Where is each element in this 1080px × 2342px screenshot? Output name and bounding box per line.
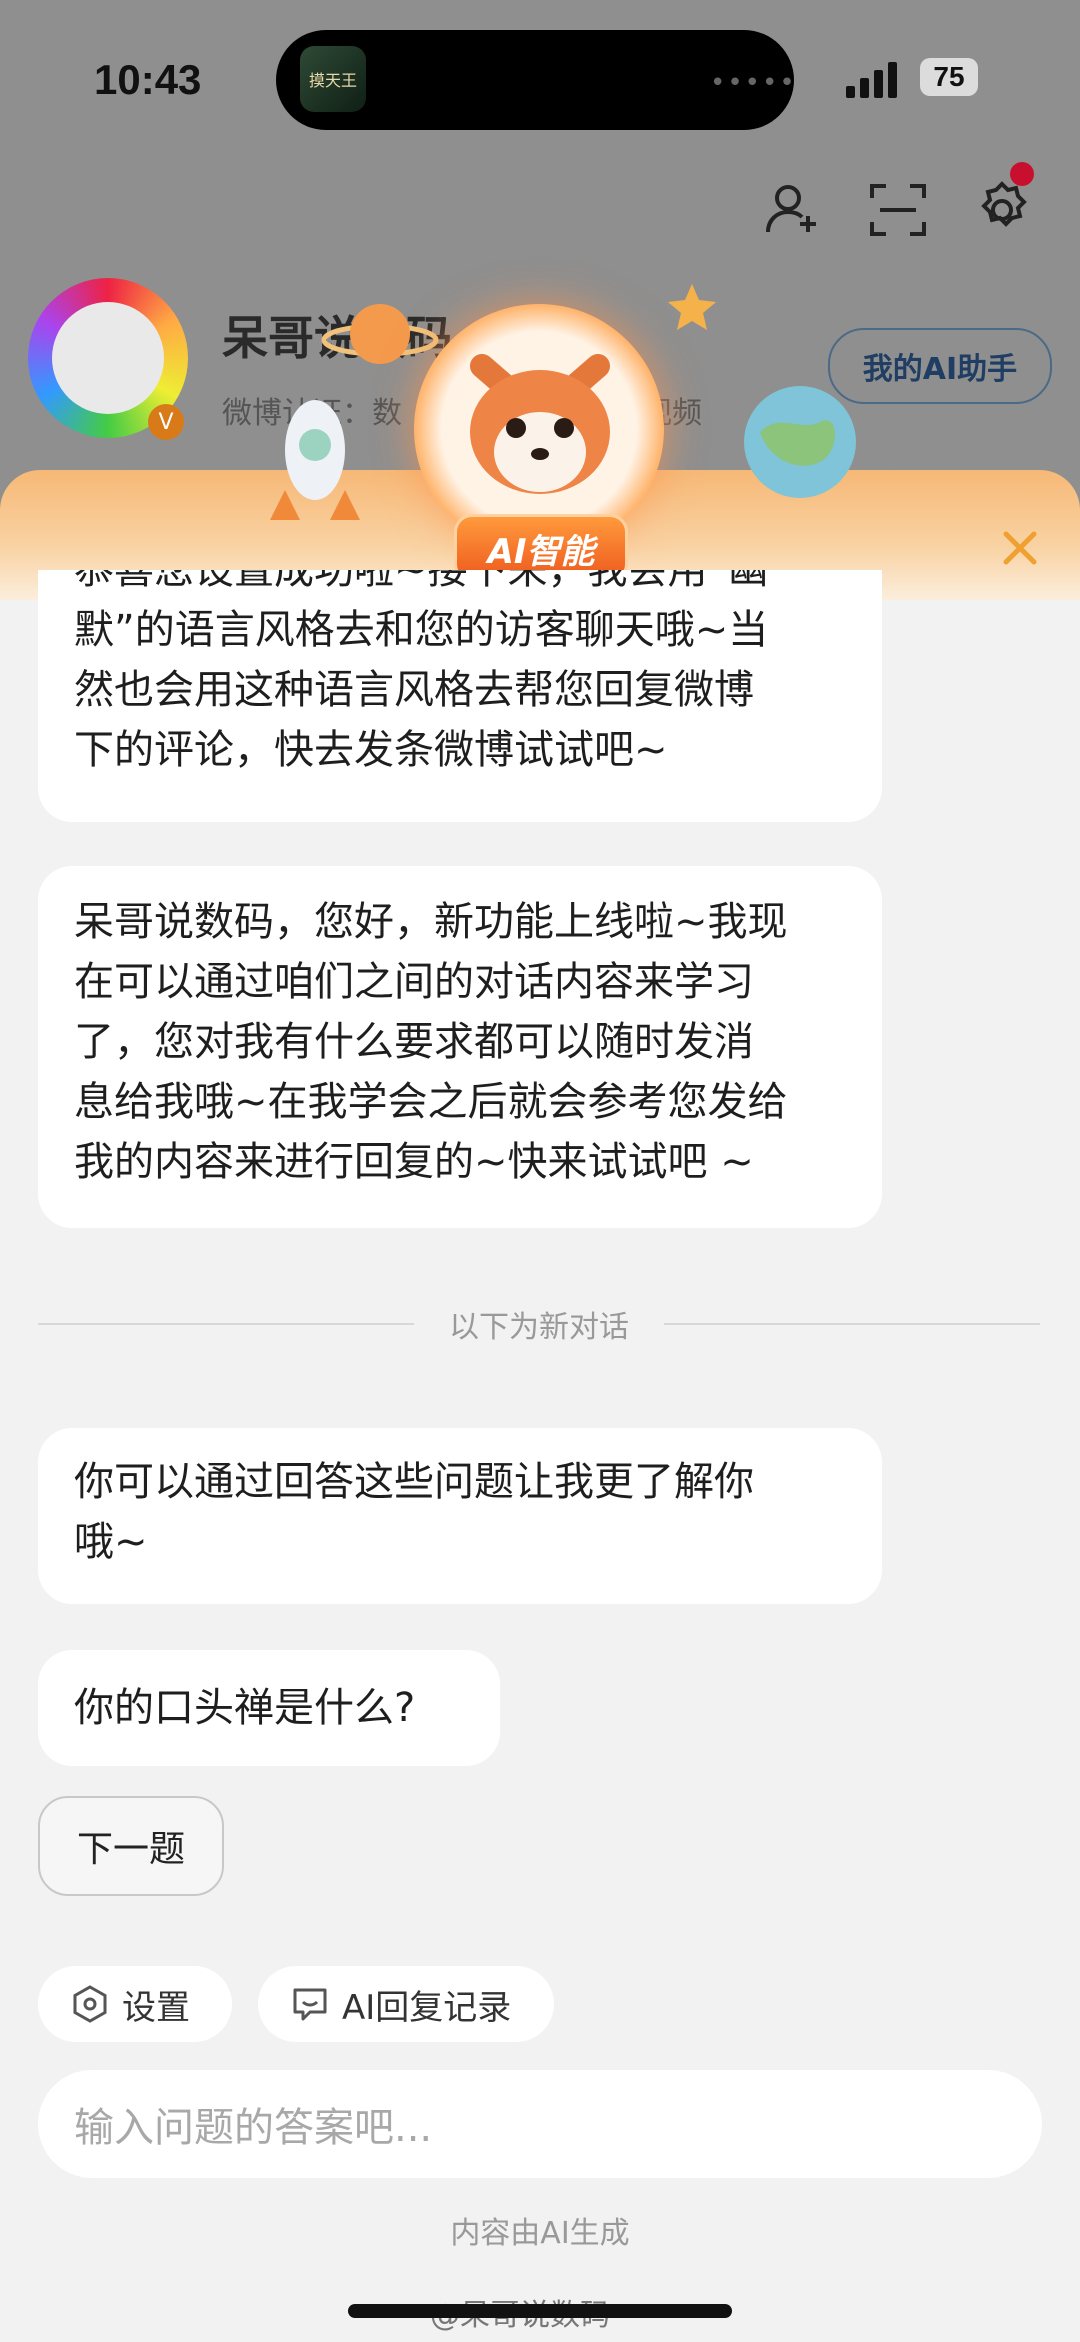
- settings-chip-label: 设置: [122, 1987, 190, 2028]
- island-activity-dots: •••••: [710, 68, 797, 98]
- verified-badge-icon: V: [148, 404, 184, 440]
- chat-text-line: 然也会用这种语言风格去帮您回复微博: [74, 667, 754, 713]
- chat-text-line: 你可以通过回答这些问题让我更了解你: [74, 1459, 754, 1505]
- notification-dot: [1010, 162, 1034, 186]
- home-indicator[interactable]: [348, 2304, 732, 2318]
- divider-line: [38, 1323, 414, 1325]
- chat-text-line: 了，您对我有什么要求都可以随时发消: [74, 1019, 754, 1065]
- ai-generated-note: 内容由AI生成: [450, 2216, 630, 2251]
- hexagon-settings-icon: [73, 1985, 107, 2023]
- island-app-label: 摸天王: [308, 71, 357, 90]
- chat-bubble-ai: 恭喜您设置成功啦~接下来，我会用“幽 默”的语言风格去和您的访客聊天哦~当 然也…: [38, 570, 882, 822]
- settings-chip[interactable]: 设置: [38, 1966, 232, 2042]
- status-time: 10:43: [94, 56, 202, 103]
- add-friend-icon[interactable]: [762, 178, 826, 242]
- answer-input[interactable]: 输入问题的答案吧...: [38, 2070, 1042, 2178]
- chat-text-line: 恭喜您设置成功啦~接下来，我会用“幽: [74, 570, 769, 593]
- rocket-astronaut-icon: [270, 400, 360, 520]
- close-icon[interactable]: [1000, 528, 1040, 568]
- chat-text-line: 在可以通过咱们之间的对话内容来学习: [74, 959, 754, 1005]
- ai-reply-records-label: AI回复记录: [342, 1987, 512, 2028]
- battery-indicator: 75: [920, 58, 978, 96]
- chat-text-line: 呆哥说数码，您好，新功能上线啦~我现: [74, 899, 788, 945]
- chat-text-line: 息给我哦~在我学会之后就会参考您发给: [74, 1079, 788, 1125]
- chat-bubble-ai: 你可以通过回答这些问题让我更了解你 哦~: [38, 1428, 882, 1604]
- scan-icon[interactable]: [866, 178, 930, 242]
- chat-text-line: 哦~: [74, 1519, 148, 1565]
- chat-record-icon: [293, 1988, 327, 2021]
- avatar-image: [52, 302, 164, 414]
- chat-text-line: 我的内容来进行回复的~快来试试吧 ~: [74, 1139, 754, 1185]
- signal-icon: [846, 62, 897, 98]
- ai-reply-records-chip[interactable]: AI回复记录: [258, 1966, 554, 2042]
- star-icon: [668, 284, 716, 330]
- chat-text-line: 下的评论，快去发条微博试试吧~: [74, 727, 668, 773]
- red-panda-mascot-icon: [470, 354, 610, 494]
- settings-gear-icon[interactable]: [970, 178, 1034, 242]
- chat-text-line: 默”的语言风格去和您的访客聊天哦~当: [74, 607, 769, 653]
- divider-line: [664, 1323, 1040, 1325]
- answer-input-placeholder: 输入问题的答案吧...: [74, 2105, 433, 2151]
- chat-bubble-ai: 呆哥说数码，您好，新功能上线啦~我现 在可以通过咱们之间的对话内容来学习 了，您…: [38, 866, 882, 1228]
- new-conversation-divider: 以下为新对话: [449, 1310, 629, 1345]
- globe-icon: [744, 386, 856, 498]
- island-app-thumbnail[interactable]: 摸天王: [300, 46, 366, 112]
- next-question-button[interactable]: 下一题: [38, 1796, 224, 1896]
- planet-icon: [321, 304, 439, 364]
- question-bubble: 你的口头禅是什么?: [38, 1650, 500, 1766]
